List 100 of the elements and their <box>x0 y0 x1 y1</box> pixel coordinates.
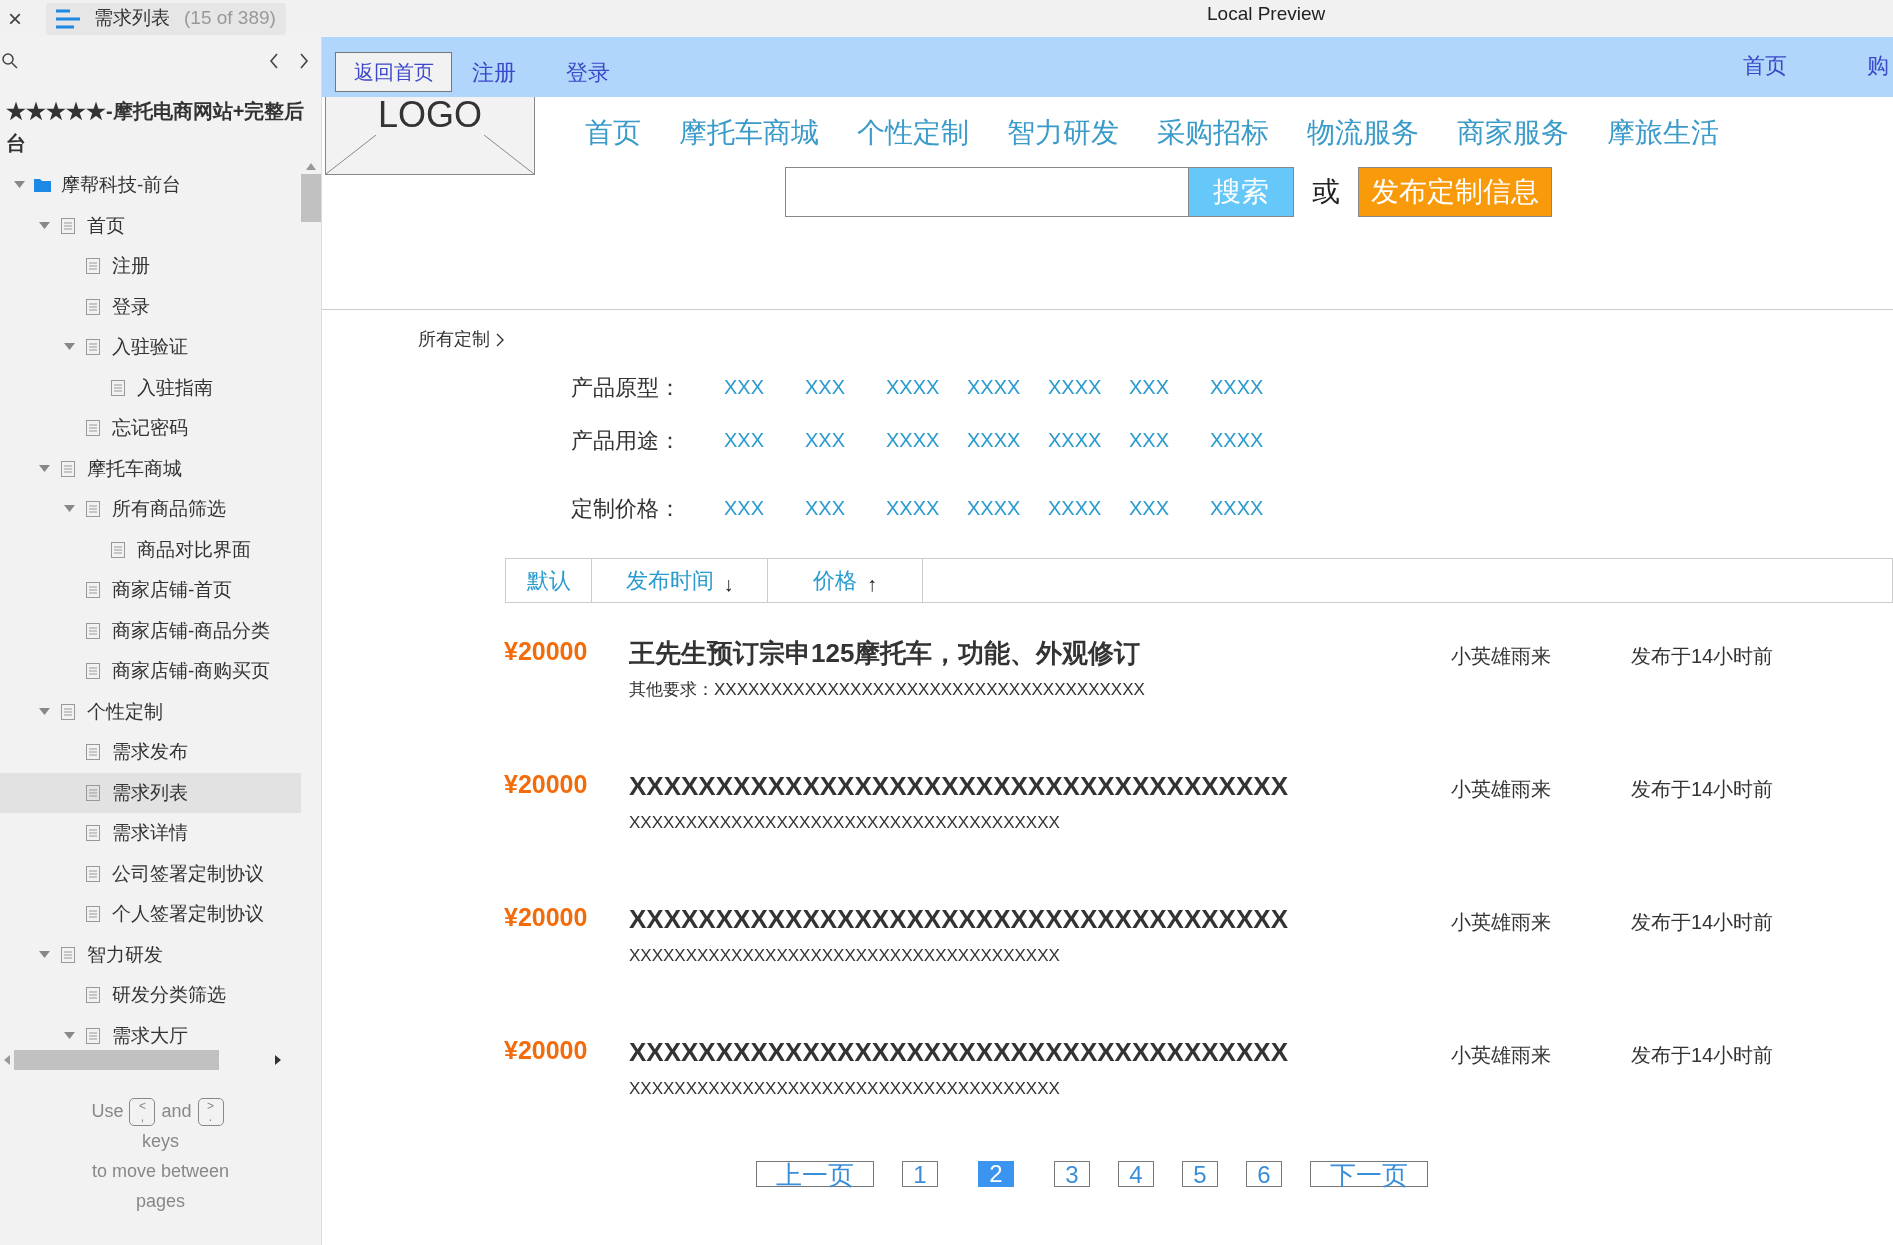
tree-item[interactable]: 需求发布 <box>0 732 301 773</box>
tree-item[interactable]: 商品对比界面 <box>0 529 301 570</box>
filter-option[interactable]: XXXX <box>886 493 967 523</box>
tree-item[interactable]: 需求列表 <box>0 772 301 813</box>
tree-item[interactable]: 入驻指南 <box>0 367 301 408</box>
page-button[interactable]: 1 <box>902 1161 938 1187</box>
page-icon <box>61 703 75 720</box>
filter-option[interactable]: XXX <box>1129 425 1210 455</box>
next-page-button[interactable]: 下一页 <box>1310 1161 1428 1187</box>
tree-item[interactable]: 商家店铺-商品分类 <box>0 610 301 651</box>
tree-item[interactable]: 智力研发 <box>0 934 301 975</box>
tree-item[interactable]: 商家店铺-首页 <box>0 570 301 611</box>
listing-title[interactable]: XXXXXXXXXXXXXXXXXXXXXXXXXXXXXXXXXXXXXX <box>629 1032 1451 1072</box>
page-icon <box>61 946 75 963</box>
tree-item[interactable]: 个人签署定制协议 <box>0 894 301 935</box>
tree-item[interactable]: 入驻验证 <box>0 327 301 368</box>
tree-item[interactable]: 登录 <box>0 286 301 327</box>
tree-item[interactable]: 研发分类筛选 <box>0 975 301 1016</box>
breadcrumb[interactable]: 所有定制 <box>418 326 490 353</box>
page-button[interactable]: 6 <box>1246 1161 1282 1187</box>
tree-item[interactable]: 注册 <box>0 246 301 287</box>
page-icon <box>86 258 100 275</box>
tree-item[interactable]: 个性定制 <box>0 691 301 732</box>
tree-item[interactable]: 忘记密码 <box>0 408 301 449</box>
listing-title[interactable]: 王先生预订宗申125摩托车，功能、外观修订 <box>629 633 1451 673</box>
caret-icon <box>63 505 75 514</box>
scroll-right-icon[interactable] <box>275 1055 281 1065</box>
chevron-right-icon[interactable] <box>299 53 309 69</box>
filter-label: 定制价格： <box>571 494 682 523</box>
close-button[interactable]: × <box>0 0 30 37</box>
page-icon <box>86 582 100 599</box>
top-link[interactable]: 登录 <box>566 55 610 89</box>
caret-icon <box>63 343 75 352</box>
sort-tab[interactable]: 价格 ↑ <box>768 559 923 602</box>
prev-page-button[interactable]: 上一页 <box>756 1161 874 1187</box>
page-button[interactable]: 5 <box>1182 1161 1218 1187</box>
search-field[interactable] <box>785 167 1189 217</box>
page-icon <box>86 906 100 923</box>
chevron-left-icon[interactable] <box>269 53 279 69</box>
window-title: Local Preview <box>1207 2 1326 26</box>
sort-tab[interactable]: 默认 <box>506 559 592 602</box>
scroll-left-icon[interactable] <box>4 1055 10 1065</box>
filter-option[interactable]: XXX <box>805 493 886 523</box>
scroll-up-icon[interactable] <box>306 163 316 170</box>
tree-item[interactable]: 需求详情 <box>0 813 301 854</box>
author: 小英雄雨来 <box>1451 777 1552 802</box>
tree-item[interactable]: 摩托车商城 <box>0 448 301 489</box>
tree-item[interactable]: 所有商品筛选 <box>0 489 301 530</box>
filter-option[interactable]: XXX <box>1129 372 1210 402</box>
nav-link[interactable]: 商家服务 <box>1457 113 1569 153</box>
filter-option[interactable]: XXXX <box>1210 493 1291 523</box>
author: 小英雄雨来 <box>1451 910 1552 935</box>
search-icon[interactable] <box>2 53 18 69</box>
filter-option[interactable]: XXXX <box>967 372 1048 402</box>
nav-link[interactable]: 智力研发 <box>1007 113 1119 153</box>
filter-option[interactable]: XXX <box>724 425 805 455</box>
nav-link[interactable]: 物流服务 <box>1307 113 1419 153</box>
page-button[interactable]: 4 <box>1118 1161 1154 1187</box>
filter-option[interactable]: XXX <box>805 425 886 455</box>
filter-option[interactable]: XXX <box>805 372 886 402</box>
filter-option[interactable]: XXXX <box>1048 493 1129 523</box>
filter-option[interactable]: XXX <box>724 493 805 523</box>
page-icon <box>86 987 100 1004</box>
nav-link[interactable]: 摩托车商城 <box>679 113 819 153</box>
filter-option[interactable]: XXX <box>1129 493 1210 523</box>
top-link[interactable]: 购 <box>1867 48 1889 82</box>
post-time: 发布于14小时前 <box>1631 1043 1774 1068</box>
filter-option[interactable]: XXX <box>724 372 805 402</box>
search-button[interactable]: 搜索 <box>1189 167 1294 217</box>
nav-link[interactable]: 摩旅生活 <box>1607 113 1719 153</box>
filter-option[interactable]: XXXX <box>1210 372 1291 402</box>
publish-button[interactable]: 发布定制信息 <box>1358 167 1552 217</box>
tree-item[interactable]: 公司签署定制协议 <box>0 853 301 894</box>
tree-item[interactable]: 摩帮科技-前台 <box>0 165 301 206</box>
page-button[interactable]: 3 <box>1054 1161 1090 1187</box>
nav-link[interactable]: 个性定制 <box>857 113 969 153</box>
filter-option[interactable]: XXXX <box>967 425 1048 455</box>
tree-item[interactable]: 商家店铺-商购买页 <box>0 651 301 692</box>
sort-tab[interactable]: 发布时间 ↓ <box>592 559 768 602</box>
back-home-button[interactable]: 返回首页 <box>335 52 452 92</box>
page-tab[interactable]: 需求列表 (15 of 389) <box>46 2 286 35</box>
tree-item[interactable]: 首页 <box>0 205 301 246</box>
tree-item[interactable]: 需求大厅 <box>0 1015 301 1048</box>
filter-option[interactable]: XXXX <box>967 493 1048 523</box>
top-link[interactable]: 注册 <box>472 55 516 89</box>
scroll-thumb[interactable] <box>14 1050 219 1070</box>
scroll-thumb[interactable] <box>301 174 321 222</box>
filter-option[interactable]: XXXX <box>1210 425 1291 455</box>
listing-title[interactable]: XXXXXXXXXXXXXXXXXXXXXXXXXXXXXXXXXXXXXX <box>629 766 1451 806</box>
filter-option[interactable]: XXXX <box>1048 372 1129 402</box>
top-link[interactable]: 首页 <box>1743 48 1787 82</box>
nav-link[interactable]: 首页 <box>585 113 641 153</box>
filter-option[interactable]: XXXX <box>886 372 967 402</box>
nav-link[interactable]: 采购招标 <box>1157 113 1269 153</box>
filter-option[interactable]: XXXX <box>886 425 967 455</box>
caret-icon <box>38 950 50 959</box>
page-button[interactable]: 2 <box>978 1161 1014 1187</box>
listing-title[interactable]: XXXXXXXXXXXXXXXXXXXXXXXXXXXXXXXXXXXXXX <box>629 899 1451 939</box>
filter-option[interactable]: XXXX <box>1048 425 1129 455</box>
caret-icon <box>38 464 50 473</box>
